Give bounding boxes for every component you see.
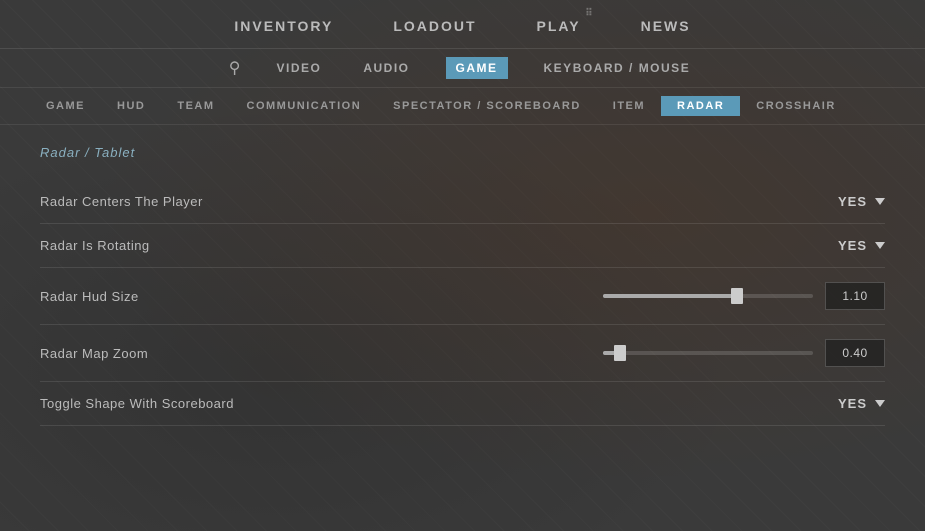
slider-track xyxy=(603,294,813,298)
main-settings-panel: Radar / Tablet Radar Centers The Player … xyxy=(0,125,925,531)
slider-track xyxy=(603,351,813,355)
top-navigation: INVENTORY LOADOUT PLAY NEWS xyxy=(0,0,925,49)
setting-control-radar-map-zoom: 0.40 xyxy=(603,339,885,367)
setting-label-radar-map-zoom: Radar Map Zoom xyxy=(40,346,148,361)
setting-row-radar-hud-size: Radar Hud Size 1.10 xyxy=(40,268,885,325)
setting-label-radar-centers-player: Radar Centers The Player xyxy=(40,194,203,209)
search-icon[interactable]: ⚲ xyxy=(229,58,241,78)
setting-label-toggle-shape-scoreboard: Toggle Shape With Scoreboard xyxy=(40,396,234,411)
setting-control-radar-is-rotating[interactable]: YES xyxy=(838,238,885,253)
subtab-crosshair[interactable]: CROSSHAIR xyxy=(740,96,852,116)
radar-hud-size-slider[interactable] xyxy=(603,294,813,298)
subtab-game[interactable]: GAME xyxy=(30,96,101,116)
setting-label-radar-is-rotating: Radar Is Rotating xyxy=(40,238,150,253)
toggle-shape-scoreboard-value: YES xyxy=(838,396,867,411)
setting-control-radar-hud-size: 1.10 xyxy=(603,282,885,310)
game-settings-subtabs: GAME HUD TEAM COMMUNICATION SPECTATOR / … xyxy=(0,88,925,125)
subtab-spectator-scoreboard[interactable]: SPECTATOR / SCOREBOARD xyxy=(377,96,597,116)
nav-item-news[interactable]: NEWS xyxy=(641,14,691,38)
settings-tab-keyboard-mouse[interactable]: KEYBOARD / MOUSE xyxy=(538,57,697,79)
radar-is-rotating-value: YES xyxy=(838,238,867,253)
subtab-item[interactable]: ITEM xyxy=(597,96,661,116)
settings-tab-video[interactable]: VIDEO xyxy=(271,57,328,79)
slider-fill xyxy=(603,294,737,298)
radar-centers-player-value: YES xyxy=(838,194,867,209)
chevron-down-icon xyxy=(875,198,885,205)
subtab-communication[interactable]: COMMUNICATION xyxy=(231,96,378,116)
section-title: Radar / Tablet xyxy=(40,145,885,160)
slider-thumb[interactable] xyxy=(614,345,626,361)
subtab-hud[interactable]: HUD xyxy=(101,96,161,116)
radar-hud-size-value: 1.10 xyxy=(825,282,885,310)
subtab-team[interactable]: TEAM xyxy=(161,96,230,116)
settings-category-navigation: ⚲ VIDEO AUDIO GAME KEYBOARD / MOUSE xyxy=(0,49,925,88)
settings-tab-game[interactable]: GAME xyxy=(446,57,508,79)
setting-row-radar-map-zoom: Radar Map Zoom 0.40 xyxy=(40,325,885,382)
slider-thumb[interactable] xyxy=(731,288,743,304)
radar-map-zoom-value: 0.40 xyxy=(825,339,885,367)
nav-item-loadout[interactable]: LOADOUT xyxy=(393,14,476,38)
setting-row-toggle-shape-scoreboard: Toggle Shape With Scoreboard YES xyxy=(40,382,885,426)
nav-item-play[interactable]: PLAY xyxy=(537,14,581,38)
nav-item-inventory[interactable]: INVENTORY xyxy=(234,14,333,38)
setting-control-toggle-shape-scoreboard[interactable]: YES xyxy=(838,396,885,411)
chevron-down-icon xyxy=(875,242,885,249)
chevron-down-icon xyxy=(875,400,885,407)
setting-row-radar-is-rotating: Radar Is Rotating YES xyxy=(40,224,885,268)
setting-control-radar-centers-player[interactable]: YES xyxy=(838,194,885,209)
radar-map-zoom-slider[interactable] xyxy=(603,351,813,355)
settings-tab-audio[interactable]: AUDIO xyxy=(357,57,415,79)
subtab-radar[interactable]: RADAR xyxy=(661,96,740,116)
setting-row-radar-centers-player: Radar Centers The Player YES xyxy=(40,180,885,224)
setting-label-radar-hud-size: Radar Hud Size xyxy=(40,289,139,304)
settings-list: Radar Centers The Player YES Radar Is Ro… xyxy=(40,180,885,426)
